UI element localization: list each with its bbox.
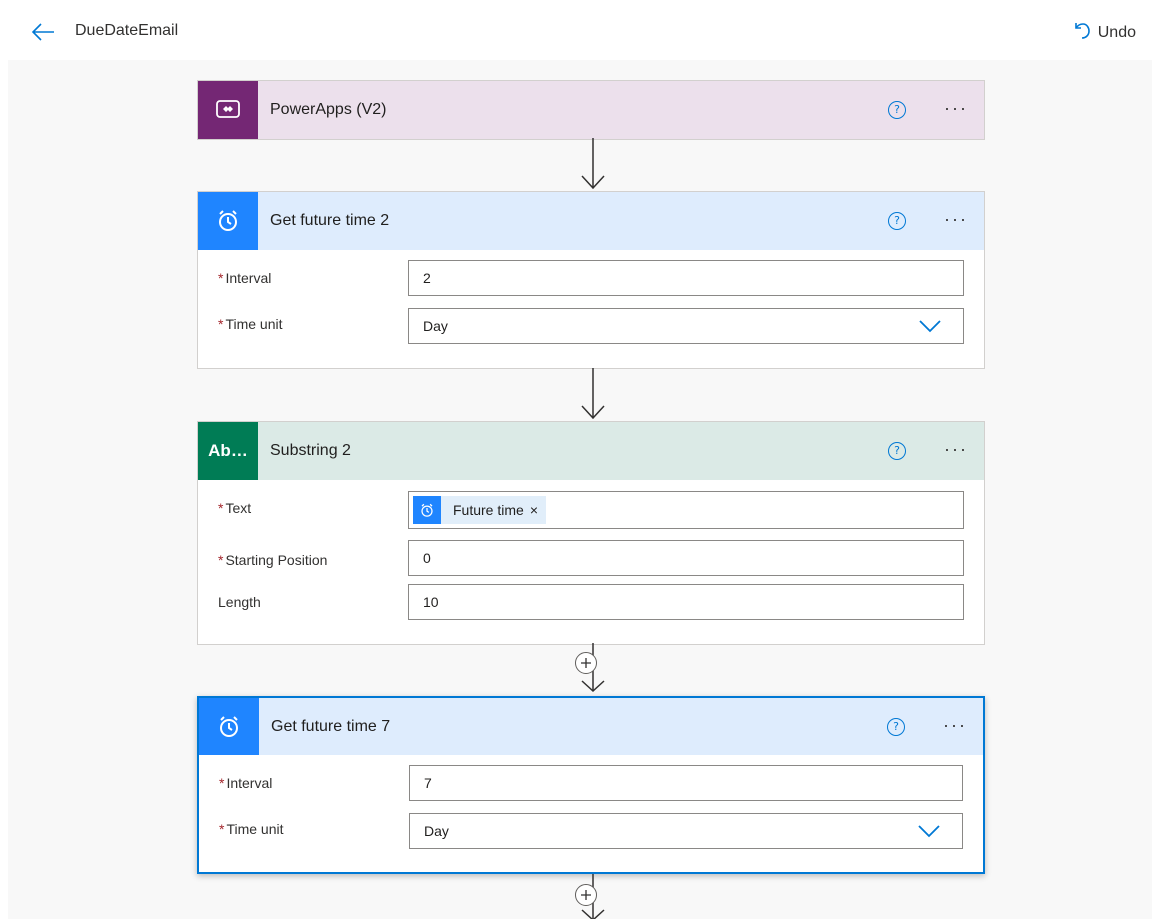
help-icon[interactable]: ? [888,442,906,460]
insert-step-button[interactable] [575,652,597,674]
card-body: * Interval 2 * Time unit Day [198,250,984,368]
text-input[interactable]: Future time × [408,491,964,529]
alarm-clock-icon [198,192,258,250]
interval-label: * Interval [219,775,273,791]
card-title: Get future time 2 [270,212,390,229]
flow-title: DueDateEmail [75,22,179,39]
card-title: PowerApps (V2) [270,101,387,118]
length-input[interactable]: 10 [408,584,964,620]
starting-position-label: * Starting Position [218,552,328,568]
interval-row: * Interval 7 [219,765,963,813]
time-unit-dropdown[interactable]: Day [409,813,963,849]
time-unit-value: Day [424,823,449,839]
undo-icon [1072,20,1090,45]
help-icon[interactable]: ? [888,101,906,119]
alarm-clock-icon [199,698,259,755]
time-unit-label: * Time unit [218,316,283,332]
card-body: *Text Future time × *Starting Position [198,480,984,644]
time-unit-label: * Time unit [219,821,284,837]
connector-arrow [580,368,606,425]
card-title: Get future time 7 [271,717,391,735]
more-options-icon[interactable]: ··· [944,210,968,228]
card-title: Substring 2 [270,442,351,459]
undo-label: Undo [1097,23,1136,41]
chevron-down-icon[interactable] [919,319,941,336]
more-options-icon[interactable]: ··· [944,99,968,117]
card-body: * Interval 7 * Time unit Day [199,755,983,872]
interval-input[interactable]: 2 [408,260,964,296]
token-remove-icon[interactable]: × [530,502,546,518]
chevron-down-icon[interactable] [918,824,940,841]
get-future-time-7-card[interactable]: Get future time 7 ? ··· * Interval 7 * Tim… [197,696,985,874]
help-icon[interactable]: ? [887,717,905,736]
more-options-icon[interactable]: ··· [944,440,968,458]
card-header[interactable]: PowerApps (V2) ? ··· [198,81,984,139]
powerapps-trigger-card[interactable]: PowerApps (V2) ? ··· [197,80,985,140]
plus-icon [581,890,591,900]
interval-row: * Interval 2 [218,260,964,308]
card-header[interactable]: Get future time 7 ? ··· [199,698,983,755]
token-label: Future time [453,502,524,518]
help-icon[interactable]: ? [888,212,906,230]
more-options-icon[interactable]: ··· [943,716,967,734]
length-label: Length [218,594,261,610]
time-unit-dropdown[interactable]: Day [408,308,964,344]
card-header[interactable]: Get future time 2 ? ··· [198,192,984,250]
interval-label: * Interval [218,270,272,286]
time-unit-value: Day [423,318,448,334]
undo-button[interactable]: Undo [1072,20,1136,45]
dynamic-content-token[interactable]: Future time × [413,496,546,524]
plus-icon [581,658,591,668]
text-label: * Text [218,500,252,516]
length-row: Length 10 [218,584,964,636]
card-header[interactable]: Ab… Substring 2 ? ··· [198,422,984,480]
interval-input[interactable]: 7 [409,765,963,801]
top-bar: DueDateEmail Undo [0,0,1152,60]
alarm-clock-icon [413,496,441,524]
text-row: * Text Future time × [218,491,964,544]
back-arrow-icon[interactable] [30,20,56,44]
powerapps-icon [198,81,258,139]
insert-step-button[interactable] [575,884,597,906]
time-unit-row: * Time unit Day [219,813,963,859]
substring-2-card[interactable]: Ab… Substring 2 ? ··· * Text Future time … [197,421,985,645]
get-future-time-2-card[interactable]: Get future time 2 ? ··· * Interval 2 * Tim… [197,191,985,369]
time-unit-row: * Time unit Day [218,308,964,354]
connector-arrow [580,138,606,195]
starting-position-input[interactable]: 0 [408,540,964,576]
text-function-icon: Ab… [198,422,258,480]
